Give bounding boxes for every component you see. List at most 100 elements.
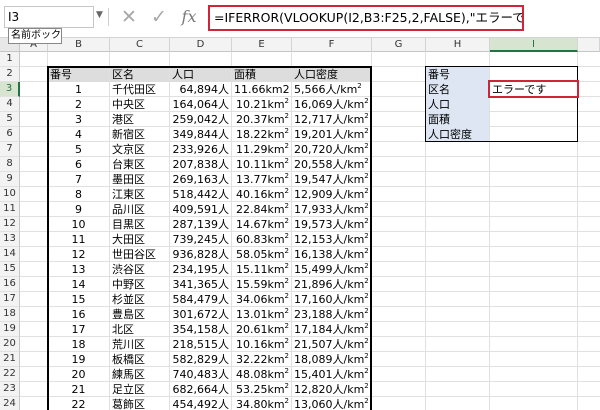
cell-number[interactable]: 8 — [48, 187, 109, 202]
cell-number[interactable]: 5 — [48, 142, 109, 157]
row-header-24[interactable]: 24 — [0, 397, 20, 410]
cell-ward-name[interactable]: 台東区 — [110, 157, 169, 172]
column-header-h[interactable]: H — [426, 38, 490, 52]
name-box[interactable]: I3 — [4, 6, 94, 28]
row-header-21[interactable]: 21 — [0, 352, 20, 367]
cell-population[interactable]: 936,828人 — [170, 247, 231, 262]
cell-density[interactable]: 5,566人/km2 — [292, 82, 371, 97]
cell-ward-name[interactable]: 港区 — [110, 112, 169, 127]
cell-area[interactable]: 34.80km2 — [232, 397, 291, 410]
cell-population[interactable]: 582,829人 — [170, 352, 231, 367]
cell-density[interactable]: 15,499人/km2 — [292, 262, 371, 277]
row-header-3[interactable]: 3 — [0, 82, 20, 97]
cell-number[interactable]: 20 — [48, 367, 109, 382]
cell-density[interactable]: 20,720人/km2 — [292, 142, 371, 157]
formula-input-extension[interactable] — [526, 7, 596, 29]
cell-number[interactable]: 11 — [48, 232, 109, 247]
cell-ward-name[interactable]: 千代田区 — [110, 82, 169, 97]
cell-number[interactable]: 12 — [48, 247, 109, 262]
row-header-14[interactable]: 14 — [0, 247, 20, 262]
cell-number[interactable]: 17 — [48, 322, 109, 337]
cell-ward-name[interactable]: 新宿区 — [110, 127, 169, 142]
cell-population[interactable]: 349,844人 — [170, 127, 231, 142]
cell-area[interactable]: 20.37km2 — [232, 112, 291, 127]
cell-density[interactable]: 19,573人/km2 — [292, 217, 371, 232]
cell-density[interactable]: 15,401人/km2 — [292, 367, 371, 382]
cell-number[interactable]: 2 — [48, 97, 109, 112]
row-header-22[interactable]: 22 — [0, 367, 20, 382]
cell-density[interactable]: 23,188人/km2 — [292, 307, 371, 322]
cell-ward-name[interactable]: 板橋区 — [110, 352, 169, 367]
cell-density[interactable]: 16,069人/km2 — [292, 97, 371, 112]
cell-population[interactable]: 682,664人 — [170, 382, 231, 397]
row-header-19[interactable]: 19 — [0, 322, 20, 337]
table-header-c[interactable]: 区名 — [110, 67, 169, 82]
row-header-9[interactable]: 9 — [0, 172, 20, 187]
cell-area[interactable]: 11.66km2 — [232, 82, 291, 97]
column-header-g[interactable]: G — [372, 38, 426, 52]
lookup-value[interactable]: エラーです — [490, 82, 577, 97]
cell-ward-name[interactable]: 荒川区 — [110, 337, 169, 352]
cell-area[interactable]: 53.25km2 — [232, 382, 291, 397]
cell-ward-name[interactable]: 世田谷区 — [110, 247, 169, 262]
cell-density[interactable]: 18,089人/km2 — [292, 352, 371, 367]
row-header-10[interactable]: 10 — [0, 187, 20, 202]
cell-area[interactable]: 11.29km2 — [232, 142, 291, 157]
cell-ward-name[interactable]: 葛飾区 — [110, 397, 169, 410]
column-header-c[interactable]: C — [110, 38, 170, 52]
table-header-f[interactable]: 人口密度 — [292, 67, 371, 82]
cell-area[interactable]: 10.11km2 — [232, 157, 291, 172]
cell-number[interactable]: 21 — [48, 382, 109, 397]
cell-ward-name[interactable]: 練馬区 — [110, 367, 169, 382]
cell-ward-name[interactable]: 中野区 — [110, 277, 169, 292]
cell-number[interactable]: 13 — [48, 262, 109, 277]
cell-number[interactable]: 7 — [48, 172, 109, 187]
cell-density[interactable]: 13,060人/km2 — [292, 397, 371, 410]
cell-number[interactable]: 16 — [48, 307, 109, 322]
cell-population[interactable]: 584,479人 — [170, 292, 231, 307]
cell-area[interactable]: 60.83km2 — [232, 232, 291, 247]
cell-number[interactable]: 4 — [48, 127, 109, 142]
row-header-20[interactable]: 20 — [0, 337, 20, 352]
cell-area[interactable]: 13.01km2 — [232, 307, 291, 322]
column-header-f[interactable]: F — [292, 38, 372, 52]
cell-density[interactable]: 12,717人/km2 — [292, 112, 371, 127]
cell-ward-name[interactable]: 墨田区 — [110, 172, 169, 187]
row-header-16[interactable]: 16 — [0, 277, 20, 292]
table-header-d[interactable]: 人口 — [170, 67, 231, 82]
cell-area[interactable]: 40.16km2 — [232, 187, 291, 202]
lookup-label[interactable]: 人口 — [426, 97, 489, 112]
lookup-value[interactable] — [490, 97, 577, 112]
cell-population[interactable]: 234,195人 — [170, 262, 231, 277]
row-header-5[interactable]: 5 — [0, 112, 20, 127]
cell-number[interactable]: 19 — [48, 352, 109, 367]
cell-density[interactable]: 17,160人/km2 — [292, 292, 371, 307]
table-header-b[interactable]: 番号 — [48, 67, 109, 82]
cell-number[interactable]: 10 — [48, 217, 109, 232]
cell-ward-name[interactable]: 江東区 — [110, 187, 169, 202]
cell-ward-name[interactable]: 文京区 — [110, 142, 169, 157]
cell-ward-name[interactable]: 豊島区 — [110, 307, 169, 322]
cell-population[interactable]: 518,442人 — [170, 187, 231, 202]
row-header-13[interactable]: 13 — [0, 232, 20, 247]
row-header-7[interactable]: 7 — [0, 142, 20, 157]
cell-ward-name[interactable]: 杉並区 — [110, 292, 169, 307]
cell-ward-name[interactable]: 足立区 — [110, 382, 169, 397]
chevron-down-icon[interactable]: ▼ — [96, 10, 103, 20]
column-header-i[interactable]: I — [490, 38, 578, 52]
row-header-11[interactable]: 11 — [0, 202, 20, 217]
cell-number[interactable]: 1 — [48, 82, 109, 97]
cell-population[interactable]: 409,591人 — [170, 202, 231, 217]
column-header-d[interactable]: D — [170, 38, 232, 52]
formula-input[interactable]: =IFERROR(VLOOKUP(I2,B3:F25,2,FALSE),"エラー… — [208, 5, 524, 31]
cell-density[interactable]: 19,201人/km2 — [292, 127, 371, 142]
row-header-15[interactable]: 15 — [0, 262, 20, 277]
cell-population[interactable]: 259,042人 — [170, 112, 231, 127]
cell-density[interactable]: 21,507人/km2 — [292, 337, 371, 352]
cell-population[interactable]: 287,139人 — [170, 217, 231, 232]
cell-area[interactable]: 34.06km2 — [232, 292, 291, 307]
cell-density[interactable]: 12,909人/km2 — [292, 187, 371, 202]
lookup-value[interactable] — [490, 67, 577, 82]
cell-population[interactable]: 454,492人 — [170, 397, 231, 410]
cell-number[interactable]: 15 — [48, 292, 109, 307]
